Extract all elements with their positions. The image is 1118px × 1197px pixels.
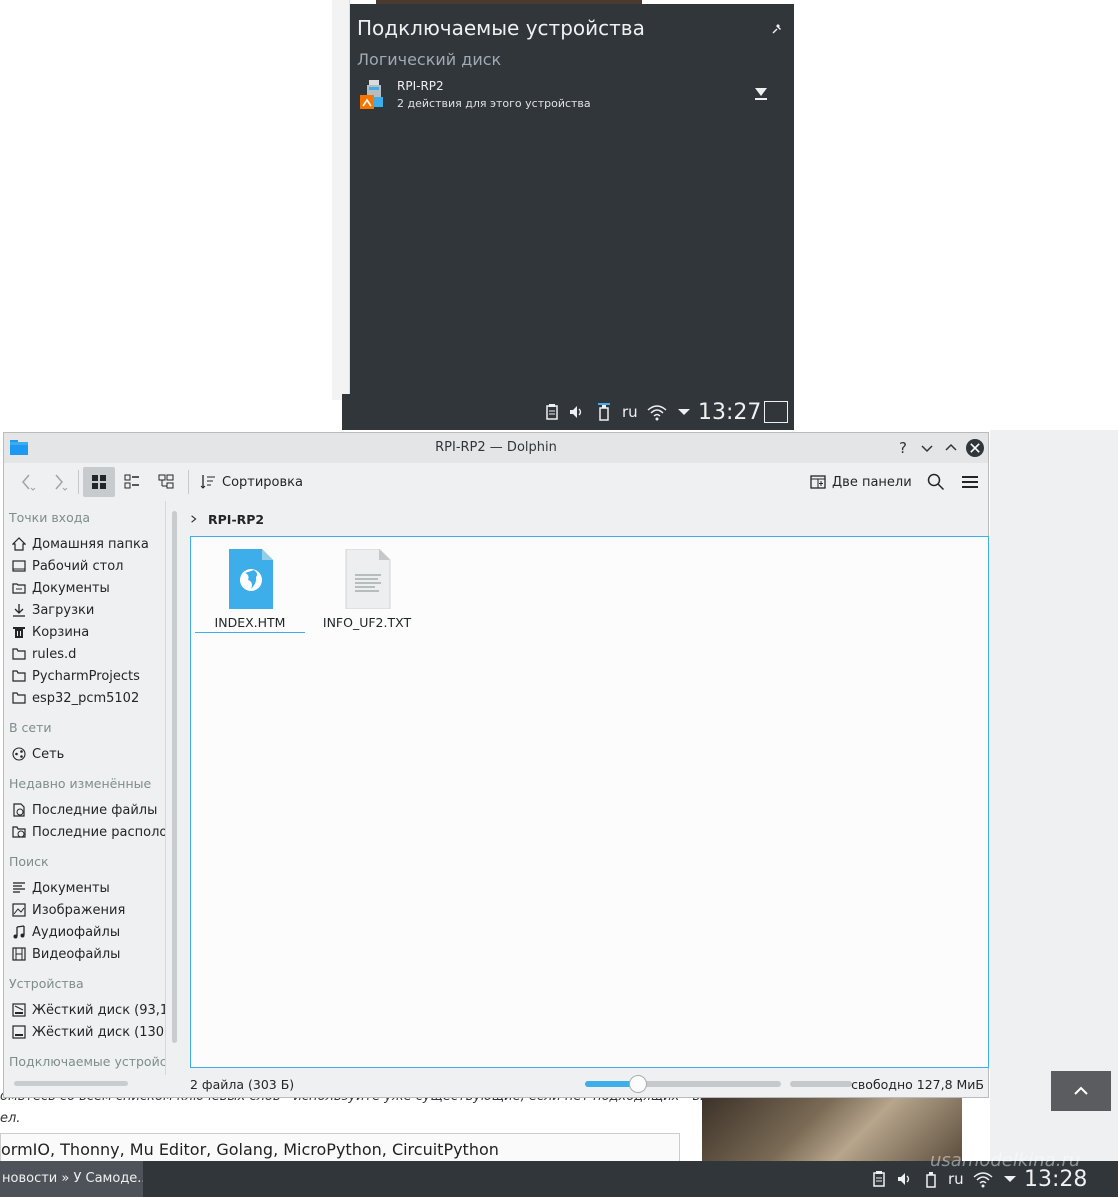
device-name: RPI-RP2	[397, 79, 444, 93]
show-desktop-button[interactable]	[764, 394, 788, 430]
close-icon	[970, 443, 980, 453]
sort-label: Сортировка	[222, 474, 303, 490]
maximize-button[interactable]	[942, 439, 960, 457]
triangle-down-icon	[678, 409, 690, 415]
details-view-icon	[158, 474, 174, 489]
volume-tray-button[interactable]	[568, 394, 586, 430]
usb-icon	[926, 1172, 936, 1188]
main-toolbar: Сортировка Две панели	[4, 463, 988, 501]
wifi-icon	[973, 1172, 993, 1188]
hamburger-menu-button[interactable]	[956, 467, 984, 497]
digital-clock[interactable]: 13:27	[698, 394, 761, 430]
forward-button[interactable]	[44, 467, 74, 497]
triangle-down-icon	[1004, 1176, 1016, 1182]
window-titlebar[interactable]: RPI-RP2 — Dolphin ?	[4, 433, 988, 463]
chevron-up-icon	[1074, 1086, 1088, 1095]
file-name: INDEX.HTM	[195, 615, 305, 633]
split-view-button[interactable]: Две панели	[810, 467, 912, 497]
arrow-right-icon	[55, 474, 68, 491]
html-file-icon	[229, 549, 273, 609]
split-view-label: Две панели	[832, 474, 912, 490]
top-panel: ru 13:27	[342, 394, 794, 430]
device-notifier-popup: Подключаемые устройства Логический диск …	[350, 4, 794, 394]
toolbar-separator	[78, 470, 79, 494]
toolbar-separator	[188, 470, 189, 494]
file-item-info-uf2-txt[interactable]: INFO_UF2.TXT	[312, 549, 422, 639]
clipboard-tray-button[interactable]	[543, 394, 561, 430]
compact-view-icon	[124, 474, 139, 489]
background-text-line: ел.	[0, 1111, 21, 1126]
chevron-right-icon	[191, 515, 197, 523]
usb-drive-icon	[360, 80, 383, 109]
search-button[interactable]	[922, 467, 950, 497]
icons-view-button[interactable]	[83, 467, 115, 497]
split-view-icon	[810, 475, 826, 489]
volume-icon	[898, 1173, 910, 1185]
clipboard-tray-button[interactable]	[870, 1161, 888, 1197]
help-icon: ?	[899, 439, 907, 457]
scroll-to-top-button[interactable]	[1051, 1071, 1111, 1111]
usb-icon	[598, 403, 610, 421]
search-icon	[927, 473, 945, 491]
text-file-icon	[345, 549, 391, 609]
clipboard-icon	[546, 404, 558, 420]
zoom-slider-handle[interactable]	[628, 1075, 647, 1093]
breadcrumb[interactable]: RPI-RP2	[190, 509, 264, 529]
popup-section-header: Логический диск	[357, 50, 502, 69]
arrow-left-icon	[22, 474, 36, 491]
taskbar-item-browser[interactable]: новости » У Самоде...	[0, 1161, 143, 1197]
volume-tray-button[interactable]	[896, 1161, 914, 1197]
help-button[interactable]: ?	[894, 439, 912, 457]
popup-title: Подключаемые устройства	[357, 16, 645, 40]
free-space-label: свободно 127,8 МиБ	[851, 1077, 984, 1092]
file-item-index-htm[interactable]: INDEX.HTM	[195, 549, 305, 639]
chevron-up-icon	[945, 443, 957, 451]
minimize-button[interactable]	[918, 439, 936, 457]
device-notifier-tray-button[interactable]	[595, 394, 613, 430]
close-button[interactable]	[966, 439, 984, 457]
status-bar: 2 файла (303 Б) свободно 127,8 МиБ	[190, 1073, 988, 1097]
pin-icon[interactable]	[770, 22, 784, 36]
sort-icon	[200, 475, 215, 489]
show-desktop-icon	[764, 401, 788, 423]
file-name: INFO_UF2.TXT	[322, 615, 412, 630]
status-file-count: 2 файла (303 Б)	[190, 1077, 295, 1092]
back-button[interactable]	[12, 467, 42, 497]
keyboard-layout-button[interactable]: ru	[622, 394, 638, 430]
background-column	[332, 0, 350, 400]
device-description: 2 действия для этого устройства	[397, 97, 591, 110]
wifi-icon	[647, 405, 667, 421]
file-view[interactable]: INDEX.HTM INFO_UF2.TXT	[190, 536, 989, 1068]
breadcrumb-segment[interactable]: RPI-RP2	[208, 512, 264, 527]
background-photo	[702, 1098, 962, 1162]
network-tray-button[interactable]	[647, 394, 667, 430]
zoom-slider[interactable]	[585, 1075, 781, 1093]
background-right-panel	[990, 430, 1118, 1170]
compact-view-button[interactable]	[117, 467, 147, 497]
clock-time: 13:27	[698, 399, 762, 425]
icons-view-icon	[92, 475, 106, 489]
sort-button[interactable]: Сортировка	[200, 467, 304, 497]
places-vertical-scrollbar[interactable]	[172, 511, 177, 1043]
background-tags-field[interactable]: ormIO, Thonny, Mu Editor, Golang, MicroP…	[0, 1133, 680, 1163]
places-horizontal-scrollbar[interactable]	[14, 1081, 128, 1086]
language-indicator: ru	[622, 403, 638, 421]
chevron-down-icon	[921, 445, 933, 453]
volume-icon	[570, 406, 582, 418]
language-indicator: ru	[948, 1170, 964, 1188]
places-panel-border	[4, 501, 166, 1075]
details-view-button[interactable]	[151, 467, 181, 497]
window-title: RPI-RP2 — Dolphin	[435, 440, 557, 455]
hamburger-menu-icon	[962, 476, 978, 488]
tray-expander-button[interactable]	[675, 394, 693, 430]
site-watermark: usamodelkina.ru	[930, 1150, 1081, 1171]
clipboard-icon	[873, 1171, 885, 1187]
dolphin-window: RPI-RP2 — Dolphin ? Сортировка Две панел…	[3, 432, 989, 1098]
device-item-rpi-rp2[interactable]: RPI-RP2 2 действия для этого устройства	[360, 78, 784, 114]
free-space-bar	[790, 1081, 852, 1087]
eject-icon[interactable]	[754, 86, 768, 102]
